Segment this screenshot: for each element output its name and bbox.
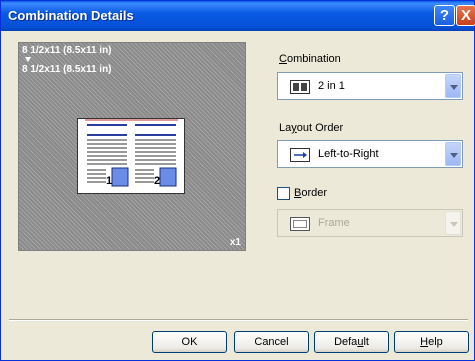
combination-label: Combination — [279, 53, 341, 65]
output-size-label: 8 1/2x11 (8.5x11 in) — [22, 64, 112, 75]
cancel-button[interactable]: Cancel — [234, 331, 309, 353]
chevron-down-icon[interactable] — [445, 74, 461, 98]
layout-order-value: Left-to-Right — [318, 148, 379, 160]
frame-icon — [290, 217, 310, 231]
title-help-button[interactable]: ? — [434, 5, 455, 26]
two-pages-icon — [290, 80, 310, 94]
combination-preview: 8 1/2x11 (8.5x11 in) 8 1/2x11 (8.5x11 in… — [18, 42, 246, 251]
combination-select[interactable]: 2 in 1 — [277, 72, 463, 100]
default-button[interactable]: Default — [314, 331, 389, 353]
border-frame-select[interactable]: Frame — [277, 209, 463, 237]
page-number-1: 1 — [106, 175, 112, 187]
combination-value: 2 in 1 — [318, 80, 345, 92]
layout-order-label: Layout Order — [279, 122, 344, 134]
page-number-2: 2 — [154, 175, 160, 187]
border-checkbox[interactable] — [277, 187, 290, 200]
ok-button[interactable]: OK — [152, 331, 227, 353]
right-arrow-icon — [290, 148, 310, 162]
help-button[interactable]: Help — [394, 331, 469, 353]
chevron-down-icon — [445, 211, 461, 235]
layout-order-select[interactable]: Left-to-Right — [277, 140, 463, 168]
button-separator — [9, 319, 468, 321]
combined-page-preview: 1 2 — [77, 118, 185, 194]
combination-details-dialog: Combination Details ? X 8 1/2x11 (8.5x11… — [0, 0, 475, 361]
dialog-title: Combination Details — [8, 8, 134, 23]
down-arrow-icon — [25, 57, 31, 62]
title-close-button[interactable]: X — [456, 5, 475, 26]
original-size-label: 8 1/2x11 (8.5x11 in) — [22, 45, 112, 56]
copies-count: x1 — [229, 237, 241, 248]
border-label[interactable]: Border — [294, 187, 327, 199]
two-in-one-page-graphic: 1 2 — [85, 119, 178, 187]
border-frame-value: Frame — [318, 217, 350, 229]
chevron-down-icon[interactable] — [445, 142, 461, 166]
title-bar[interactable]: Combination Details ? X — [1, 1, 475, 31]
